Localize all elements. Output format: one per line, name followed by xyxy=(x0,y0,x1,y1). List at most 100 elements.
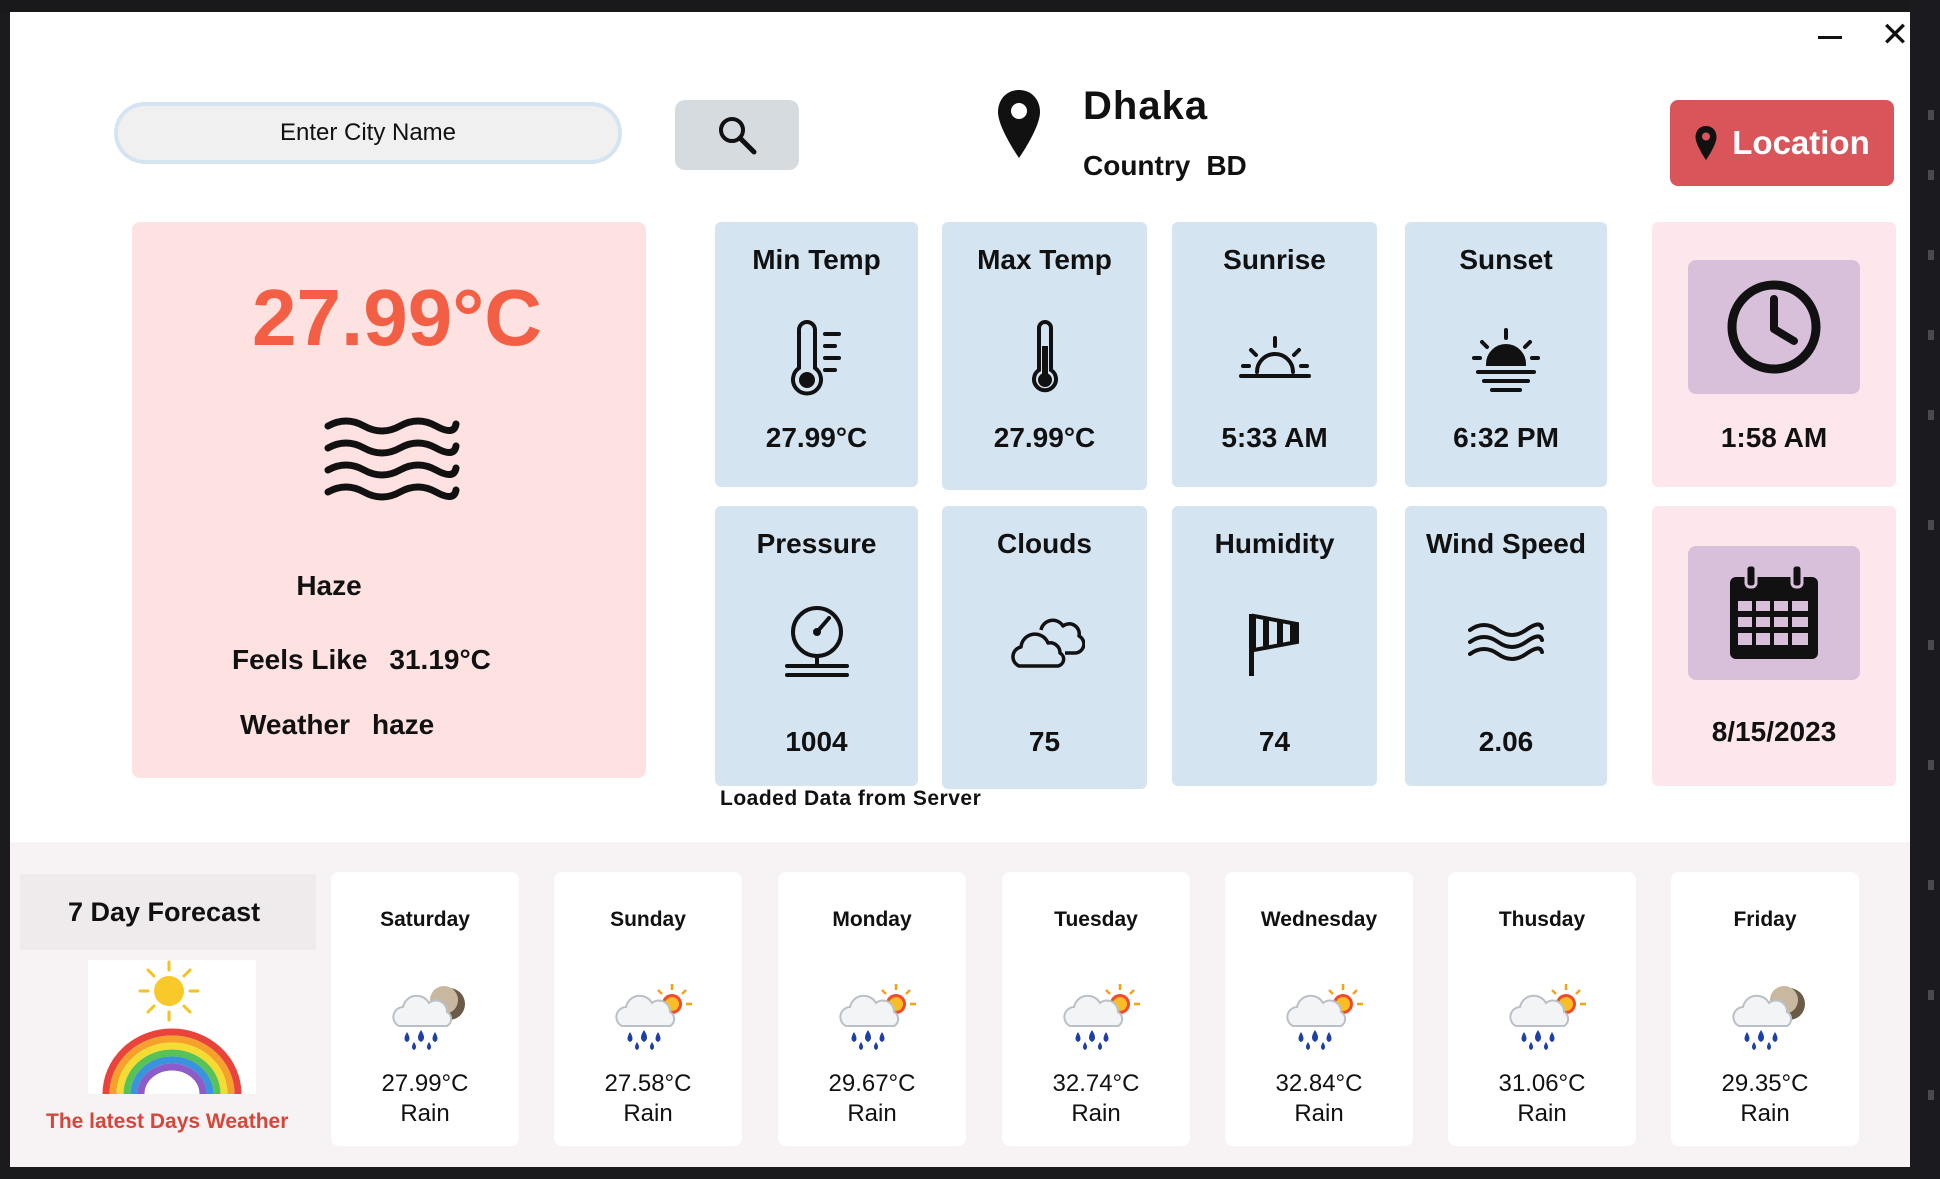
forecast-temperature: 29.67°C xyxy=(828,1070,916,1097)
rain-sun-icon xyxy=(1509,984,1586,1050)
forecast-description: Rain xyxy=(1071,1100,1121,1127)
tile-label: Min Temp xyxy=(752,244,881,275)
forecast-temperature: 27.58°C xyxy=(604,1070,692,1097)
forecast-description: Rain xyxy=(400,1100,450,1127)
city-search-input[interactable]: Enter City Name xyxy=(114,102,622,164)
country-row: Country BD xyxy=(1083,150,1263,182)
tile-label: Sunrise xyxy=(1223,244,1326,275)
feels-like-row: Feels Like 31.19°C xyxy=(232,644,491,676)
current-weather-card: 27.99°C Haze Feels Like 31.19°C Weather ha… xyxy=(132,222,646,778)
tile-label: Humidity xyxy=(1214,528,1335,559)
tile-label: Sunset xyxy=(1459,244,1553,275)
forecast-description: Rain xyxy=(623,1100,673,1127)
humidity-value: 74 xyxy=(1258,726,1291,757)
location-button-label: Location xyxy=(1732,124,1870,161)
current-date: 8/15/2023 xyxy=(1711,716,1837,747)
weather-condition: Haze xyxy=(296,570,362,601)
forecast-day-card: Monday 29.67°C Rain xyxy=(778,872,966,1146)
current-time: 1:58 AM xyxy=(1720,422,1828,453)
current-temperature: 27.99°C xyxy=(252,273,542,362)
forecast-day-card: Friday 29.35°C Rain xyxy=(1671,872,1859,1146)
forecast-day-name: Wednesday xyxy=(1260,908,1378,931)
forecast-day-card: Sunday 27.58°C Rain xyxy=(554,872,742,1146)
country-code: BD xyxy=(1206,150,1247,181)
time-card: 1:58 AM xyxy=(1652,222,1896,487)
status-message: Loaded Data from Server xyxy=(720,787,982,810)
forecast-section: 7 Day Forecast The latest Days Weather S… xyxy=(10,842,1910,1167)
forecast-description: Rain xyxy=(1294,1100,1344,1127)
sunset-tile: Sunset 6:32 PM xyxy=(1405,222,1607,487)
forecast-day-card: Tuesday 32.74°C Rain xyxy=(1002,872,1190,1146)
forecast-temperature: 27.99°C xyxy=(381,1070,469,1097)
forecast-temperature: 32.84°C xyxy=(1275,1070,1363,1097)
pressure-value: 1004 xyxy=(785,726,848,757)
thermometer-low-icon xyxy=(790,320,841,396)
clouds-tile: Clouds 75 xyxy=(942,506,1147,789)
close-button[interactable]: ✕ xyxy=(1878,18,1910,52)
close-icon: ✕ xyxy=(1880,16,1910,54)
rain-sun-icon xyxy=(1286,984,1363,1050)
country-label: Country xyxy=(1083,150,1191,181)
search-placeholder: Enter City Name xyxy=(279,119,457,146)
max-temp-tile: Max Temp 27.99°C xyxy=(942,222,1147,490)
clouds-value: 75 xyxy=(1028,726,1061,757)
wind-waves-icon xyxy=(1468,622,1544,661)
clock-icon xyxy=(1727,280,1821,374)
thermometer-icon xyxy=(1031,320,1058,393)
weather-description-row: Weather haze xyxy=(240,709,434,741)
search-icon xyxy=(719,117,757,155)
search-button[interactable] xyxy=(675,100,799,170)
date-card: 8/15/2023 xyxy=(1652,506,1896,786)
calendar-icon xyxy=(1730,563,1818,659)
forecast-description: Rain xyxy=(847,1100,897,1127)
humidity-tile: Humidity 74 xyxy=(1172,506,1377,786)
rain-sun-icon xyxy=(615,984,692,1050)
weather-app-window: ✕ Enter City Name Dhaka Country BD Locati… xyxy=(10,12,1910,1167)
weather-label: Weather xyxy=(240,709,350,740)
forecast-day-card: Saturday 27.99°C Rain xyxy=(331,872,519,1146)
pressure-gauge-icon xyxy=(784,606,849,677)
location-pin-icon xyxy=(1695,126,1717,160)
haze-icon xyxy=(324,417,460,501)
forecast-temperature: 32.74°C xyxy=(1052,1070,1140,1097)
windsock-icon xyxy=(1248,613,1299,676)
tile-label: Pressure xyxy=(756,528,877,559)
forecast-day-name: Tuesday xyxy=(1054,908,1138,931)
desktop-top-edge xyxy=(0,0,1940,12)
forecast-description: Rain xyxy=(1517,1100,1567,1127)
rain-night-icon xyxy=(1732,986,1805,1050)
location-button[interactable]: Location xyxy=(1670,100,1894,186)
forecast-day-card: Thusday 31.06°C Rain xyxy=(1448,872,1636,1146)
forecast-day-name: Thusday xyxy=(1498,908,1586,931)
forecast-temperature: 29.35°C xyxy=(1721,1070,1809,1097)
rain-night-icon xyxy=(392,986,465,1050)
feels-like-value: 31.19°C xyxy=(389,644,491,675)
forecast-day-name: Monday xyxy=(832,908,912,931)
weather-value: haze xyxy=(371,709,435,740)
location-pin-icon xyxy=(998,90,1040,158)
sunset-value: 6:32 PM xyxy=(1453,422,1559,453)
pressure-tile: Pressure 1004 xyxy=(715,506,918,786)
sunset-icon xyxy=(1472,328,1540,392)
clock-badge xyxy=(1688,260,1860,394)
forecast-day-name: Sunday xyxy=(610,908,686,931)
rainbow-logo xyxy=(88,960,256,1095)
rain-sun-icon xyxy=(839,984,916,1050)
tile-label: Max Temp xyxy=(977,244,1112,275)
wind-speed-tile: Wind Speed 2.06 xyxy=(1405,506,1607,786)
tile-label: Clouds xyxy=(997,528,1092,559)
max-temp-value: 27.99°C xyxy=(993,422,1096,453)
forecast-title: 7 Day Forecast xyxy=(68,897,261,927)
minimize-button[interactable] xyxy=(1815,22,1845,52)
forecast-day-name: Friday xyxy=(1733,908,1797,931)
forecast-day-card: Wednesday 32.84°C Rain xyxy=(1225,872,1413,1146)
min-temp-tile: Min Temp 27.99°C xyxy=(715,222,918,487)
min-temp-value: 27.99°C xyxy=(765,422,868,453)
rain-sun-icon xyxy=(1063,984,1140,1050)
sunrise-value: 5:33 AM xyxy=(1221,422,1328,453)
forecast-temperature: 31.06°C xyxy=(1498,1070,1586,1097)
calendar-badge xyxy=(1688,546,1860,680)
city-name: Dhaka xyxy=(1083,84,1209,128)
desktop-right-edge xyxy=(1910,0,1940,1179)
forecast-day-name: Saturday xyxy=(380,908,470,931)
